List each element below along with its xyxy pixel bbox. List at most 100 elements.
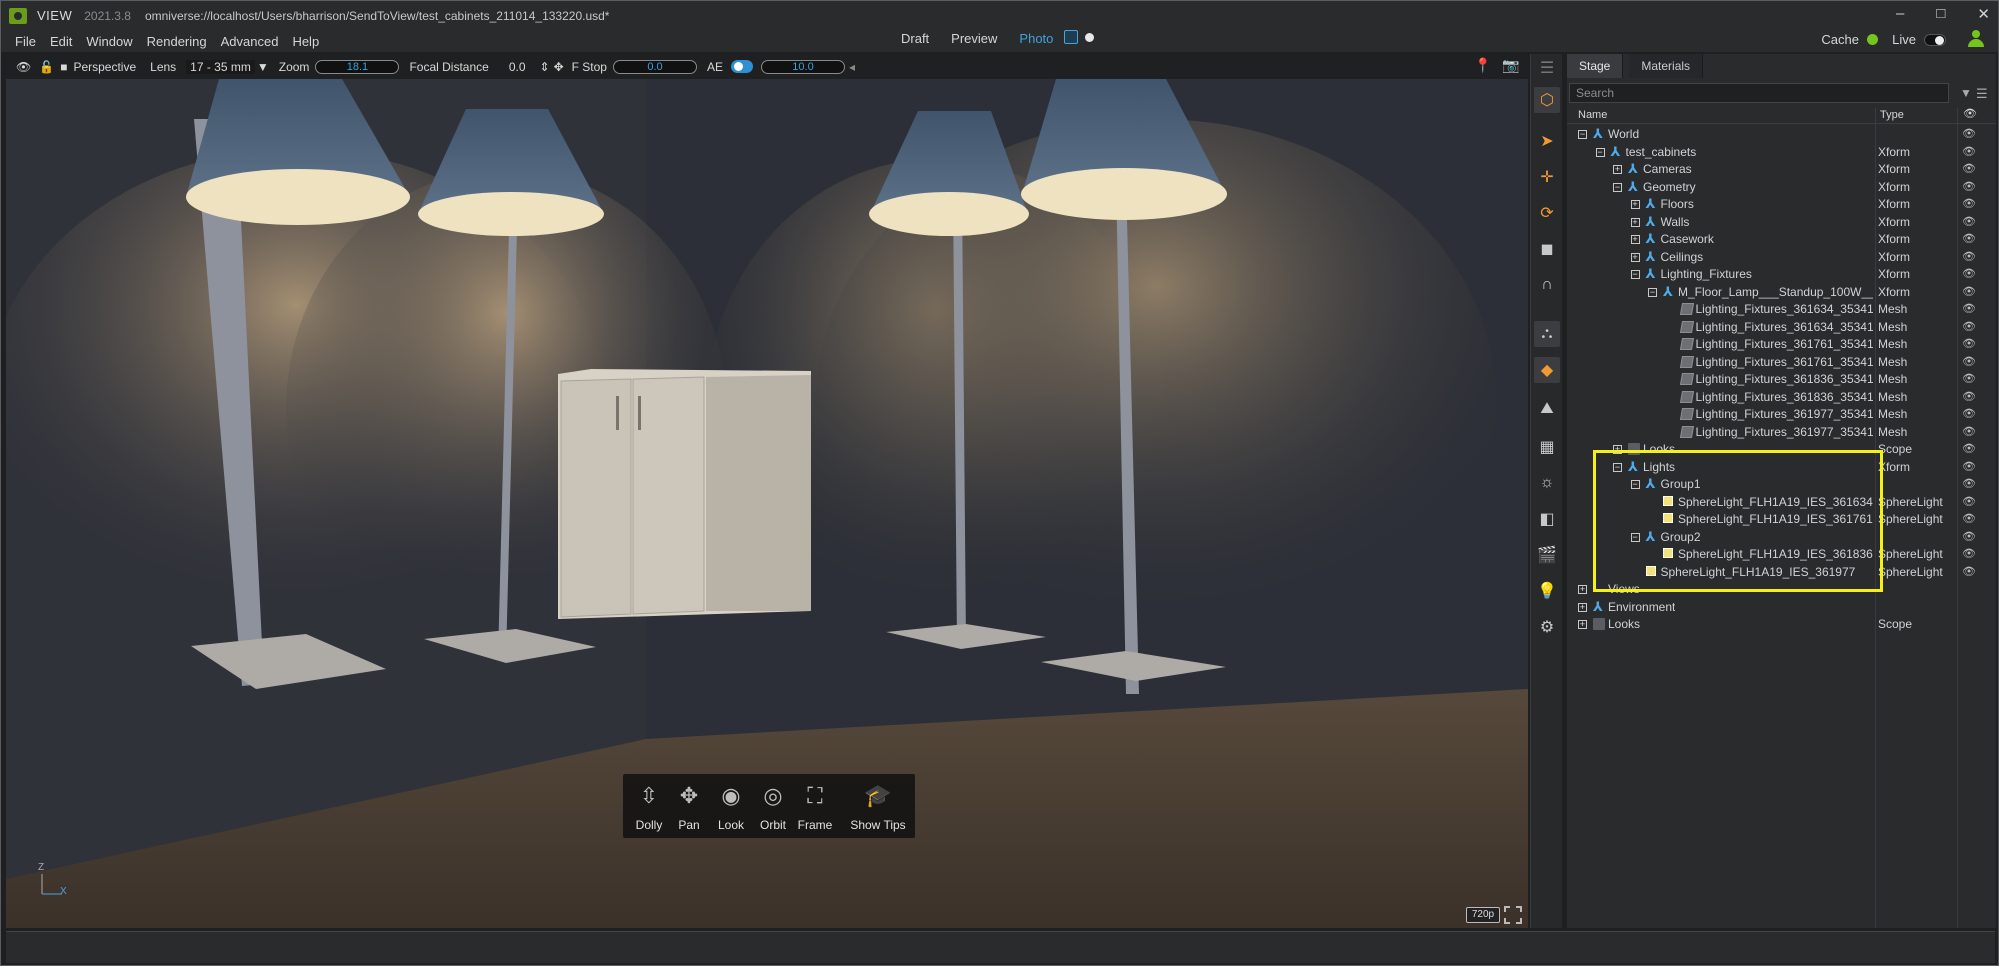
tree-row[interactable]: − Geometry Xform 👁: [1567, 179, 1996, 197]
lens-chevron-down-icon[interactable]: ▼: [257, 60, 269, 74]
frame-button[interactable]: ⛶ Frame: [795, 778, 835, 832]
mode-draft[interactable]: Draft: [901, 31, 929, 46]
visibility-header-icon[interactable]: 👁: [1963, 107, 1977, 120]
pan-button[interactable]: ✥ Pan: [669, 778, 709, 832]
tree-row[interactable]: + Casework Xform 👁: [1567, 231, 1996, 249]
fstop-slider[interactable]: 0.0: [612, 59, 697, 74]
visibility-eye-icon[interactable]: 👁: [1962, 250, 1976, 263]
mode-preview[interactable]: Preview: [951, 31, 997, 46]
collapse-icon[interactable]: −: [1630, 270, 1640, 279]
camera-selector[interactable]: Perspective: [73, 60, 136, 74]
focal-distance-value[interactable]: 0.0: [509, 60, 526, 74]
visibility-eye-icon[interactable]: 👁: [1962, 512, 1976, 525]
visibility-eye-icon[interactable]: 👁: [1962, 355, 1976, 368]
stage-search-input[interactable]: Search: [1569, 83, 1949, 103]
visibility-eye-icon[interactable]: 👁: [1962, 442, 1976, 455]
scale-icon[interactable]: ◼: [1537, 239, 1557, 259]
collapse-icon[interactable]: −: [1613, 182, 1622, 192]
maximize-button[interactable]: □: [1936, 5, 1945, 23]
tree-row[interactable]: + Floors Xform 👁: [1567, 196, 1996, 214]
menu-advanced[interactable]: Advanced: [221, 34, 279, 49]
collapse-icon[interactable]: −: [1578, 130, 1587, 139]
user-icon[interactable]: [1968, 30, 1984, 48]
grid-icon[interactable]: ▦: [1537, 437, 1557, 457]
live-switch[interactable]: [1924, 33, 1946, 46]
visibility-eye-icon[interactable]: 👁: [1962, 407, 1976, 420]
cache-indicator[interactable]: Cache: [1821, 32, 1878, 47]
lock-icon[interactable]: 🔓: [39, 60, 54, 74]
tree-row[interactable]: Lighting_Fixtures_361634_353413 Mesh 👁: [1567, 319, 1996, 337]
exposure-slider[interactable]: 10.0: [761, 59, 845, 74]
tree-row[interactable]: + Cameras Xform 👁: [1567, 161, 1996, 179]
minimize-button[interactable]: –: [1896, 5, 1904, 23]
collapse-icon[interactable]: −: [1595, 147, 1605, 157]
focal-stepper-icon[interactable]: ⇕: [540, 60, 550, 74]
screenshot-camera-icon[interactable]: 📷: [1502, 57, 1519, 74]
location-pin-icon[interactable]: 📍: [1474, 57, 1491, 74]
visibility-eye-icon[interactable]: 👁: [1962, 215, 1976, 228]
landscape-icon[interactable]: ⛰: [1537, 399, 1557, 419]
menu-edit[interactable]: Edit: [50, 34, 72, 49]
visibility-eye-icon[interactable]: 👁: [1962, 145, 1976, 158]
tab-stage[interactable]: Stage: [1567, 54, 1624, 78]
sun-icon[interactable]: ☼: [1537, 473, 1557, 493]
tree-row[interactable]: − test_cabinets Xform 👁: [1567, 144, 1996, 162]
visibility-eye-icon[interactable]: 👁: [1962, 425, 1976, 438]
expand-icon[interactable]: +: [1630, 200, 1640, 209]
visibility-eye-icon[interactable]: 👁: [1962, 302, 1976, 315]
menu-window[interactable]: Window: [86, 34, 132, 49]
tree-row[interactable]: + Walls Xform 👁: [1567, 214, 1996, 232]
menu-rendering[interactable]: Rendering: [147, 34, 207, 49]
visibility-eye-icon[interactable]: 👁: [1962, 372, 1976, 385]
options-menu-icon[interactable]: ☰: [1976, 86, 1988, 102]
visibility-eye-icon[interactable]: 👁: [1962, 565, 1976, 578]
clapperboard-icon[interactable]: 🎬: [1537, 545, 1557, 565]
visibility-eye-icon[interactable]: 👁: [1962, 337, 1976, 350]
filter-icon[interactable]: ▼: [1960, 86, 1972, 100]
visibility-eye-icon[interactable]: 👁: [1962, 390, 1976, 403]
tree-row[interactable]: Lighting_Fixtures_361836_353413 Mesh 👁: [1567, 389, 1996, 407]
tree-row[interactable]: − World 👁: [1567, 126, 1996, 144]
tree-row[interactable]: Lighting_Fixtures_361977_35341 Mesh 👁: [1567, 406, 1996, 424]
tree-row[interactable]: Lighting_Fixtures_361634_35341 Mesh 👁: [1567, 301, 1996, 319]
expand-icon[interactable]: +: [1630, 217, 1640, 227]
lens-dropdown[interactable]: 17 - 35 mm: [186, 59, 255, 74]
expand-icon[interactable]: +: [1630, 235, 1640, 244]
collapse-icon[interactable]: −: [1648, 287, 1657, 297]
tree-row[interactable]: − M_Floor_Lamp___Standup_100W___ Xform 👁: [1567, 284, 1996, 302]
section-icon[interactable]: ◧: [1537, 509, 1557, 529]
snap-magnet-icon[interactable]: ∩: [1537, 275, 1557, 295]
visibility-eye-icon[interactable]: 👁: [1962, 127, 1976, 140]
visibility-eye-icon[interactable]: 👁: [1962, 267, 1976, 280]
visibility-eye-icon[interactable]: 👁: [1962, 460, 1976, 473]
look-button[interactable]: ◉ Look: [711, 778, 751, 832]
select-cursor-icon[interactable]: ➤: [1537, 131, 1557, 151]
column-name[interactable]: Name: [1578, 109, 1607, 121]
column-type[interactable]: Type: [1880, 109, 1904, 121]
fullscreen-icon[interactable]: [1504, 906, 1522, 924]
gear-icon[interactable]: ⚙: [1537, 617, 1557, 637]
rotate-icon[interactable]: ⟳: [1537, 203, 1557, 223]
move-icon[interactable]: ✛: [1537, 167, 1557, 187]
resolution-button[interactable]: 720p: [1466, 907, 1500, 923]
visibility-eye-icon[interactable]: 👁: [1962, 197, 1976, 210]
tab-materials[interactable]: Materials: [1629, 54, 1704, 78]
tree-row[interactable]: + Looks Scope: [1567, 616, 1996, 634]
visibility-eye-icon[interactable]: 👁: [1962, 530, 1976, 543]
expand-icon[interactable]: +: [1578, 620, 1587, 629]
tree-row[interactable]: Lighting_Fixtures_361836_35341 Mesh 👁: [1567, 371, 1996, 389]
show-tips-button[interactable]: 🎓 Show Tips: [845, 778, 911, 832]
close-button[interactable]: ✕: [1977, 5, 1990, 23]
visibility-eye-icon[interactable]: 👁: [1962, 285, 1976, 298]
expand-icon[interactable]: +: [1578, 585, 1587, 594]
viewport[interactable]: 👁 🔓 ■ Perspective Lens 17 - 35 mm ▼ Zoom…: [6, 54, 1528, 928]
tree-row[interactable]: + Environment: [1567, 599, 1996, 617]
tree-row[interactable]: Lighting_Fixtures_361761_35341 Mesh 👁: [1567, 336, 1996, 354]
ae-toggle[interactable]: [731, 60, 753, 73]
panel-grip-icon[interactable]: ☰: [1537, 58, 1557, 78]
tree-row[interactable]: + Ceilings Xform 👁: [1567, 249, 1996, 267]
expand-icon[interactable]: +: [1613, 165, 1622, 174]
visibility-eye-icon[interactable]: 👁: [1962, 495, 1976, 508]
transform-manipulator-icon[interactable]: ⬡: [1534, 87, 1560, 113]
lightbulb-icon[interactable]: 💡: [1537, 581, 1557, 601]
